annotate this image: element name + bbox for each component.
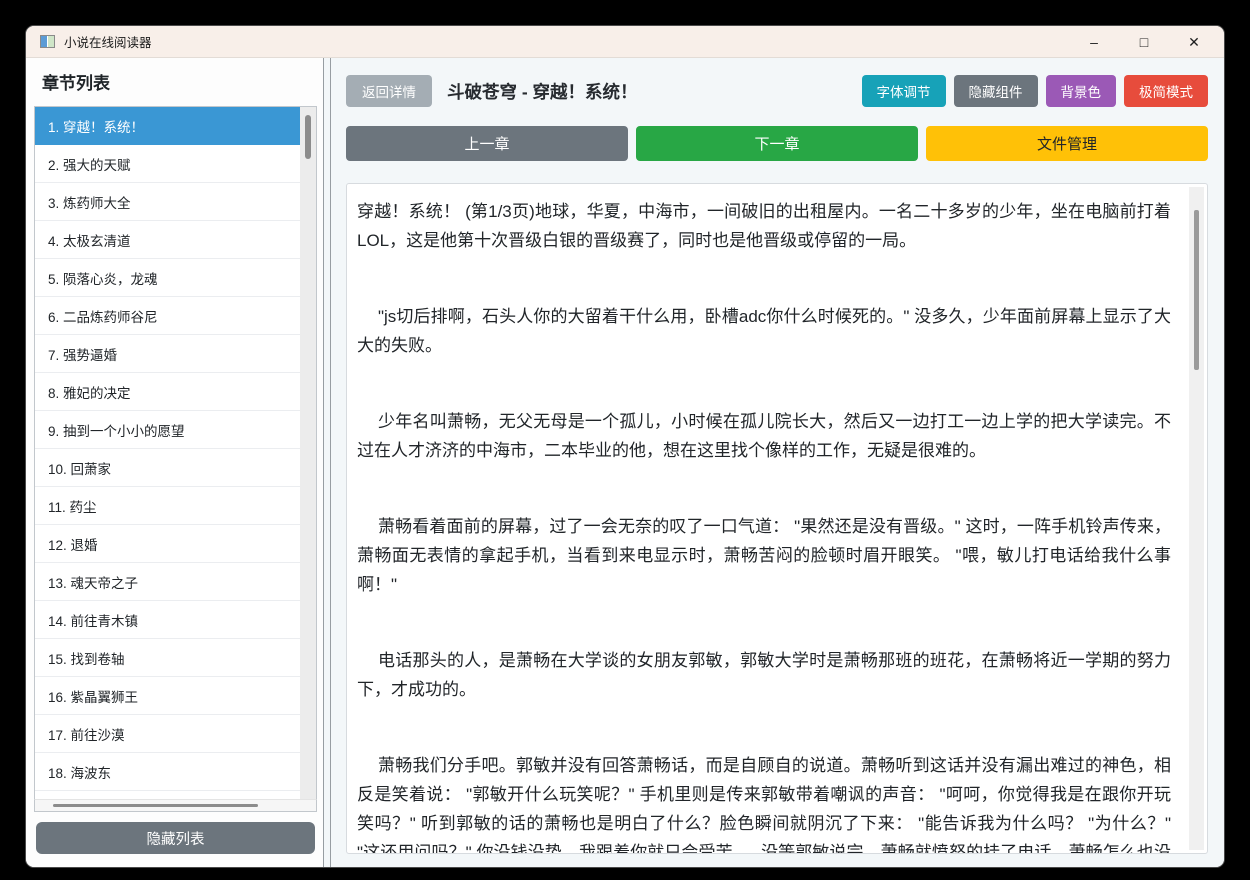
hide-widgets-button[interactable]: 隐藏组件 bbox=[953, 75, 1038, 107]
chapter-item-16[interactable]: 16. 紫晶翼狮王 bbox=[35, 677, 300, 715]
chapter-item-14[interactable]: 14. 前往青木镇 bbox=[35, 601, 300, 639]
panel-divider[interactable] bbox=[323, 58, 331, 867]
chapter-item-15[interactable]: 15. 找到卷轴 bbox=[35, 639, 300, 677]
reader-toolbar: 返回详情 斗破苍穹 - 穿越！系统！ 字体调节 隐藏组件 背景色 极简模式 bbox=[346, 75, 1208, 107]
chapter-item-6[interactable]: 6. 二品炼药师谷尼 bbox=[35, 297, 300, 335]
paragraph-5: 电话那头的人，是萧畅在大学谈的女朋友郭敏，郭敏大学时是萧畅那班的班花，在萧畅将近… bbox=[357, 651, 1171, 699]
chapter-list-header: 章节列表 bbox=[42, 74, 110, 93]
paragraph-6: 萧畅我们分手吧。郭敏并没有回答萧畅话，而是自顾自的说道。萧畅听到这话并没有漏出难… bbox=[357, 756, 1171, 854]
chapter-item-12[interactable]: 12. 退婚 bbox=[35, 525, 300, 563]
font-adjust-button[interactable]: 字体调节 bbox=[861, 75, 946, 107]
chapter-item-18[interactable]: 18. 海波东 bbox=[35, 753, 300, 791]
chapter-item-13[interactable]: 13. 魂天帝之子 bbox=[35, 563, 300, 601]
chapter-item-10[interactable]: 10. 回萧家 bbox=[35, 449, 300, 487]
chapter-item-5[interactable]: 5. 陨落心炎，龙魂 bbox=[35, 259, 300, 297]
chapter-list-frame: 1. 穿越！系统！ 2. 强大的天赋 3. 炼药师大全 4. 太极玄清道 5. … bbox=[34, 106, 317, 799]
chapter-list-scrollbar[interactable] bbox=[300, 107, 316, 799]
paragraph-1: 穿越！系统！ (第1/3页)地球，华夏，中海市，一间破旧的出租屋内。一名二十多岁… bbox=[357, 202, 1171, 250]
app-body: 章节列表 1. 穿越！系统！ 2. 强大的天赋 3. 炼药师大全 4. 太极玄清… bbox=[26, 58, 1224, 867]
chapter-page-title: 斗破苍穹 - 穿越！系统！ bbox=[447, 81, 638, 102]
chapter-list: 1. 穿越！系统！ 2. 强大的天赋 3. 炼药师大全 4. 太极玄清道 5. … bbox=[35, 107, 300, 799]
app-window: 小说在线阅读器 – □ ✕ 章节列表 1. 穿越！系统！ 2. 强大的天赋 3.… bbox=[25, 25, 1225, 868]
chapter-item-7[interactable]: 7. 强势逼婚 bbox=[35, 335, 300, 373]
chapter-list-horizontal-scrollbar[interactable] bbox=[34, 799, 317, 812]
hide-list-button[interactable]: 隐藏列表 bbox=[36, 822, 315, 854]
chapter-item-11[interactable]: 11. 药尘 bbox=[35, 487, 300, 525]
reader-panel[interactable]: 穿越！系统！ (第1/3页)地球，华夏，中海市，一间破旧的出租屋内。一名二十多岁… bbox=[346, 183, 1208, 854]
window-title: 小说在线阅读器 bbox=[64, 36, 152, 50]
minimal-mode-button[interactable]: 极简模式 bbox=[1124, 75, 1208, 107]
close-icon[interactable]: ✕ bbox=[1186, 27, 1202, 57]
paragraph-4: 萧畅看着面前的屏幕，过了一会无奈的叹了一口气道： "果然还是没有晋级。" 这时，… bbox=[357, 517, 1171, 594]
paragraph-2: "js切后排啊，石头人你的大留着干什么用，卧槽adc你什么时候死的。" 没多久，… bbox=[357, 307, 1171, 355]
next-chapter-button[interactable]: 下一章 bbox=[636, 126, 918, 161]
chapter-item-4[interactable]: 4. 太极玄清道 bbox=[35, 221, 300, 259]
chapter-list-horizontal-scrollbar-thumb[interactable] bbox=[53, 804, 258, 807]
file-manager-button[interactable]: 文件管理 bbox=[926, 126, 1208, 161]
background-color-button[interactable]: 背景色 bbox=[1045, 75, 1116, 107]
chapter-item-3[interactable]: 3. 炼药师大全 bbox=[35, 183, 300, 221]
chapter-item-1[interactable]: 1. 穿越！系统！ bbox=[35, 107, 300, 145]
chapter-sidebar: 章节列表 1. 穿越！系统！ 2. 强大的天赋 3. 炼药师大全 4. 太极玄清… bbox=[26, 58, 323, 867]
minimize-icon[interactable]: – bbox=[1086, 27, 1102, 57]
maximize-icon[interactable]: □ bbox=[1136, 27, 1152, 57]
chapter-item-2[interactable]: 2. 强大的天赋 bbox=[35, 145, 300, 183]
reader-scrollbar-thumb[interactable] bbox=[1194, 210, 1199, 370]
prev-chapter-button[interactable]: 上一章 bbox=[346, 126, 628, 161]
chapter-item-17[interactable]: 17. 前往沙漠 bbox=[35, 715, 300, 753]
reader-scrollbar[interactable] bbox=[1189, 187, 1204, 850]
chapter-list-scrollbar-thumb[interactable] bbox=[305, 115, 311, 159]
chapter-nav-row: 上一章 下一章 文件管理 bbox=[346, 126, 1208, 161]
back-to-details-button[interactable]: 返回详情 bbox=[346, 75, 432, 107]
titlebar: 小说在线阅读器 – □ ✕ bbox=[26, 26, 1224, 58]
reader-main: 返回详情 斗破苍穹 - 穿越！系统！ 字体调节 隐藏组件 背景色 极简模式 上一… bbox=[331, 58, 1224, 867]
window-controls: – □ ✕ bbox=[1086, 27, 1202, 57]
paragraph-3: 少年名叫萧畅，无父无母是一个孤儿，小时候在孤儿院长大，然后又一边打工一边上学的把… bbox=[357, 412, 1171, 460]
chapter-text: 穿越！系统！ (第1/3页)地球，华夏，中海市，一间破旧的出租屋内。一名二十多岁… bbox=[357, 197, 1171, 854]
chapter-item-9[interactable]: 9. 抽到一个小小的愿望 bbox=[35, 411, 300, 449]
app-icon bbox=[40, 35, 55, 48]
chapter-item-8[interactable]: 8. 雅妃的决定 bbox=[35, 373, 300, 411]
